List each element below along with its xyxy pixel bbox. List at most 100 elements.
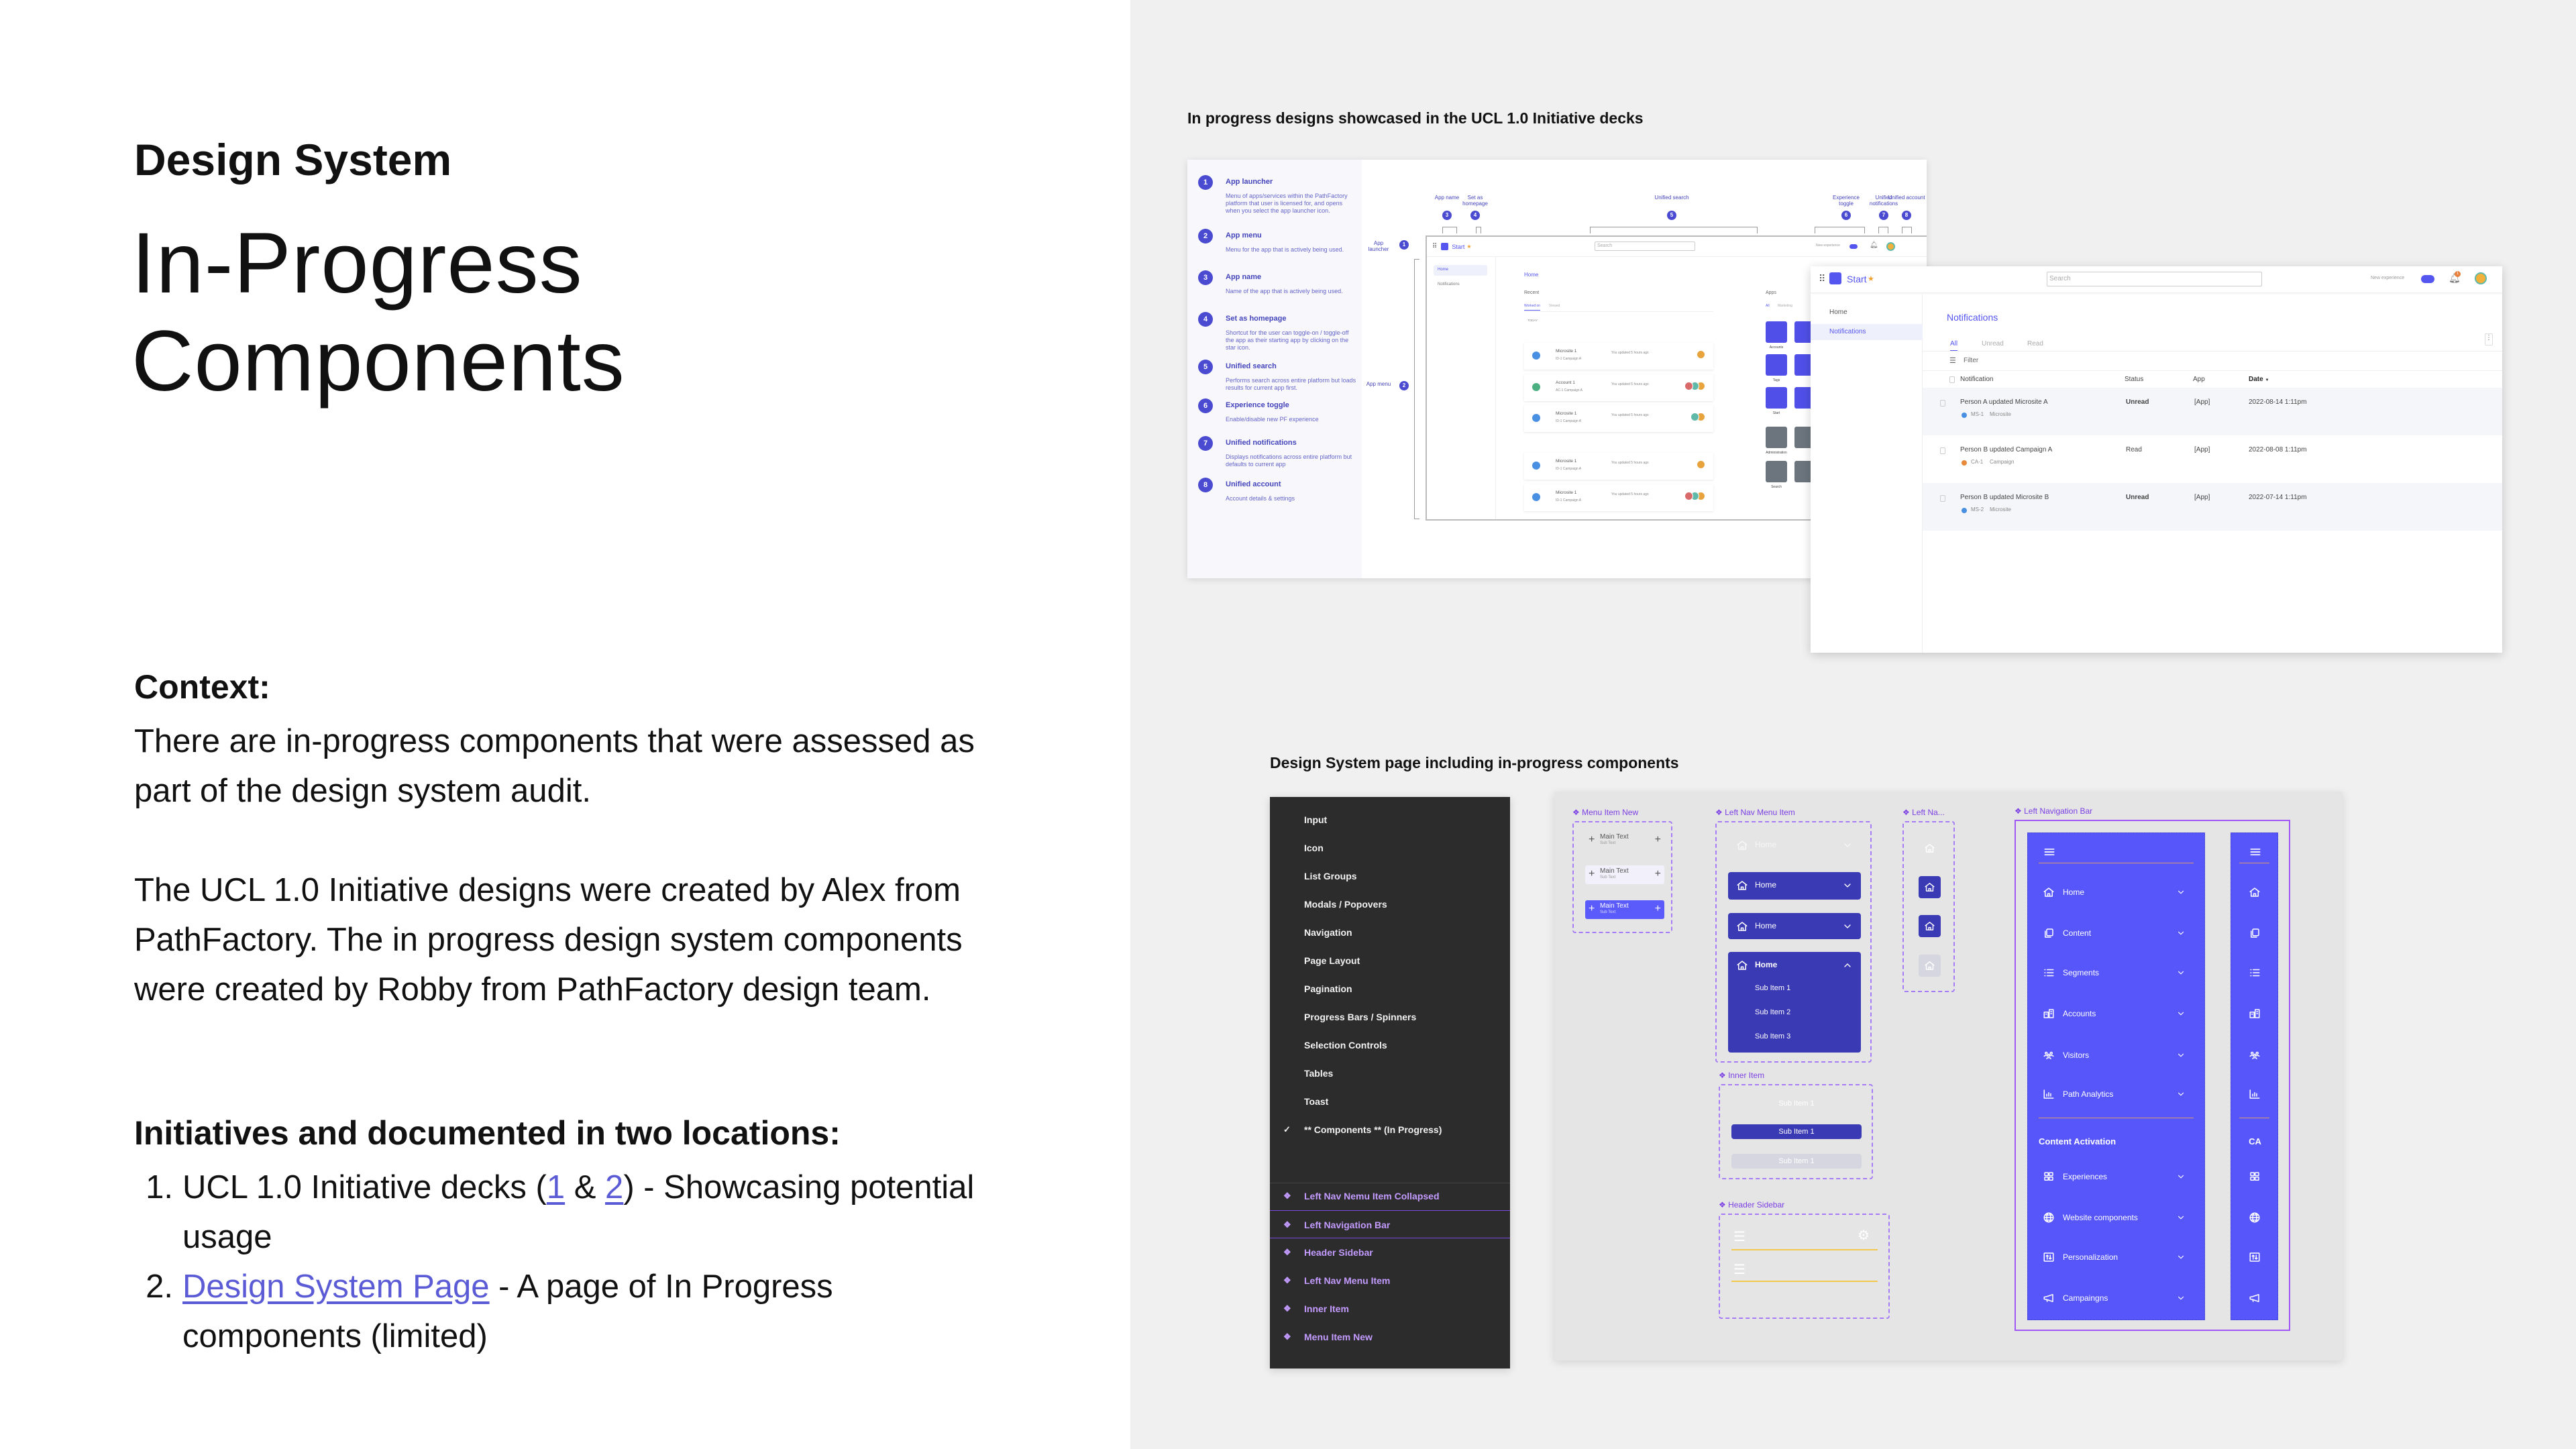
notification-row[interactable]: Person B updated Microsite B MS-2 Microsit… (1923, 483, 2502, 531)
filter-icon[interactable]: ☰ (1949, 356, 1956, 365)
row-checkbox[interactable] (1940, 495, 1945, 502)
notification-row[interactable]: Person A updated Microsite A MS-1 Microsit… (1923, 388, 2502, 435)
menu-item-new-component[interactable]: + Main Text Sub Text + + Main Text Sub Text + + M… (1572, 821, 1672, 933)
page-item[interactable]: Toast (1270, 1087, 1510, 1116)
layer-item[interactable]: ❖ Left Nav Nemu Item Collapsed (1270, 1182, 1510, 1210)
page-item[interactable]: Modals / Popovers (1270, 890, 1510, 918)
menu-item-variant[interactable]: + Main Text Sub Text + (1585, 900, 1664, 919)
tab-unread[interactable]: Unread (1982, 340, 2004, 347)
sidebar-item-home[interactable]: Home (1829, 309, 1847, 316)
sub-item[interactable]: Sub Item 3 (1755, 1032, 1790, 1040)
page-item[interactable]: Selection Controls (1270, 1031, 1510, 1059)
sidebar-item-home[interactable]: Home (1434, 265, 1487, 276)
nav-item[interactable] (2231, 1249, 2277, 1265)
recent-item-card[interactable]: Microsite 1 ID-1 Campaign A You updated 5 … (1524, 405, 1713, 432)
tab-all[interactable]: All (1950, 340, 1958, 352)
collapsed-nav-tile[interactable] (1919, 955, 1941, 977)
sub-item[interactable]: Sub Item 2 (1755, 1008, 1790, 1016)
page-item[interactable]: Navigation (1270, 918, 1510, 947)
nav-item[interactable]: Experiences (2028, 1169, 2204, 1185)
page-item[interactable]: Progress Bars / Spinners (1270, 1003, 1510, 1031)
nav-item[interactable]: Path Analytics (2028, 1086, 2204, 1102)
header-sidebar-component[interactable]: ☰ ⚙ ☰ (1719, 1214, 1890, 1319)
deck-1-link[interactable]: 1 (547, 1169, 565, 1205)
app-tile[interactable] (1766, 427, 1787, 448)
account-avatar[interactable] (2475, 272, 2487, 284)
inner-item-variant[interactable]: Sub Item 1 (1731, 1154, 1862, 1169)
left-nav-menu-item-variant[interactable]: Home Sub Item 1 Sub Item 2 Sub Item 3 (1728, 952, 1861, 1053)
tab-read[interactable]: Read (2027, 340, 2043, 347)
collapsed-nav-tile[interactable] (1919, 876, 1941, 898)
layer-item[interactable]: ❖ Inner Item (1270, 1295, 1510, 1323)
layer-item[interactable]: ❖ Left Navigation Bar (1270, 1210, 1510, 1238)
app-tile[interactable] (1766, 387, 1787, 409)
nav-item[interactable]: Accounts (2028, 1006, 2204, 1022)
sidebar-item-notifications[interactable]: Notifications (1438, 282, 1460, 286)
sidebar-item-notifications[interactable]: Notifications (1811, 324, 1923, 340)
tab-viewed[interactable]: Viewed (1549, 304, 1560, 308)
deck-2-link[interactable]: 2 (605, 1169, 623, 1205)
page-item[interactable]: Pagination (1270, 975, 1510, 1003)
star-icon[interactable]: ★ (1868, 274, 1874, 283)
nav-item[interactable] (2231, 1006, 2277, 1022)
bell-icon[interactable]: 🔔︎ (1870, 241, 1878, 249)
left-nav-menu-item-variant[interactable]: Home (1728, 913, 1861, 939)
more-options-icon[interactable]: ⋮ (2485, 333, 2493, 345)
app-launcher-icon[interactable]: ⠿ (1819, 273, 1825, 284)
app-tile[interactable] (1766, 461, 1787, 482)
apps-tab-marketing[interactable]: Marketing (1778, 304, 1792, 308)
recent-item-card[interactable]: Account 1 AC-1 Campaign A You updated 5 ho… (1524, 374, 1713, 401)
nav-item[interactable] (2231, 1047, 2277, 1063)
nav-item[interactable] (2231, 1290, 2277, 1306)
nav-item[interactable] (2231, 1086, 2277, 1102)
sub-item[interactable]: Sub Item 1 (1755, 984, 1790, 992)
inner-item-variant[interactable]: Sub Item 1 (1731, 1124, 1862, 1139)
left-nav-menu-item-variant[interactable]: Home (1728, 872, 1861, 900)
nav-item[interactable]: Website components (2028, 1210, 2204, 1226)
app-launcher-icon[interactable]: ⠿ (1432, 243, 1437, 250)
nav-item[interactable] (2231, 1169, 2277, 1185)
nav-item[interactable] (2231, 1210, 2277, 1226)
nav-item[interactable]: Home (2028, 884, 2204, 900)
layer-item[interactable]: ❖ Header Sidebar (1270, 1238, 1510, 1267)
nav-item[interactable]: Visitors (2028, 1047, 2204, 1063)
search-input[interactable]: Search (2047, 272, 2262, 286)
layer-item[interactable]: ❖ Left Nav Menu Item (1270, 1267, 1510, 1295)
left-nav-menu-item-variant[interactable]: Home (1728, 832, 1861, 859)
menu-item-variant[interactable]: + Main Text Sub Text + (1585, 865, 1664, 884)
left-nav-menu-item-component[interactable]: Home Home Home Home Sub Item 1 Sub Item 2 Sub … (1715, 821, 1872, 1063)
left-navigation-bar-component[interactable]: Home Content Segments Accounts Visitors Path … (2015, 820, 2290, 1331)
inner-item-variant[interactable]: Sub Item 1 (1731, 1096, 1862, 1111)
collapsed-nav-tile[interactable] (1919, 915, 1941, 937)
experience-toggle[interactable] (1849, 244, 1858, 249)
nav-item[interactable]: Content (2028, 925, 2204, 941)
menu-item-variant[interactable]: + Main Text Sub Text + (1585, 831, 1664, 850)
account-avatar[interactable] (1886, 242, 1895, 251)
layer-item[interactable]: ❖ Menu Item New (1270, 1323, 1510, 1351)
nav-item[interactable] (2231, 925, 2277, 941)
tab-worked-on[interactable]: Worked on (1524, 304, 1541, 311)
page-item[interactable]: ✓ ** Components ** (In Progress) (1270, 1116, 1510, 1144)
page-item[interactable]: Input (1270, 806, 1510, 834)
experience-toggle[interactable] (2421, 275, 2434, 283)
app-tile[interactable] (1766, 354, 1787, 376)
page-item[interactable]: Page Layout (1270, 947, 1510, 975)
left-nav-collapsed-component[interactable] (1902, 821, 1955, 992)
column-date[interactable]: Date ▼ (2249, 376, 2269, 383)
row-checkbox[interactable] (1940, 400, 1945, 407)
inner-item-component[interactable]: Sub Item 1 Sub Item 1 Sub Item 1 (1719, 1084, 1873, 1179)
page-item[interactable]: Tables (1270, 1059, 1510, 1087)
search-input[interactable]: Search (1595, 241, 1695, 251)
app-tile[interactable] (1766, 321, 1787, 343)
notification-row[interactable]: Person B updated Campaign A CA-1 Campaign R… (1923, 435, 2502, 483)
nav-item[interactable] (2231, 965, 2277, 981)
design-system-page-link[interactable]: Design System Page (182, 1269, 490, 1305)
star-icon[interactable]: ★ (1466, 244, 1471, 250)
page-item[interactable]: List Groups (1270, 862, 1510, 890)
recent-item-card[interactable]: Microsite 1 ID-1 Campaign A You updated 5 … (1524, 484, 1713, 511)
filter-button[interactable]: Filter (1964, 357, 1978, 364)
row-checkbox[interactable] (1940, 447, 1945, 454)
select-all-checkbox[interactable] (1949, 376, 1955, 383)
apps-tab-all[interactable]: All (1766, 304, 1770, 308)
nav-item[interactable]: Personalization (2028, 1249, 2204, 1265)
